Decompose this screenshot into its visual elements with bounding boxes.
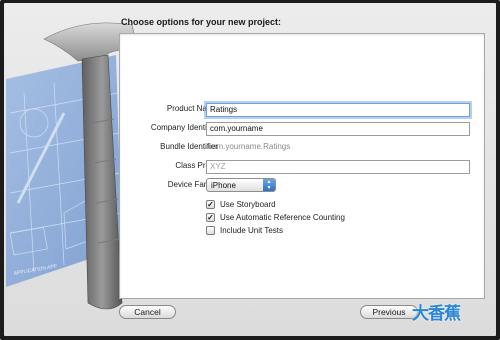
class-prefix-input[interactable]: XYZ [206, 160, 470, 174]
device-family-row: Device Family iPhone ▲ ▼ [120, 178, 486, 193]
new-project-sheet: APPLICATION APP Choose options for your … [4, 3, 496, 336]
options-panel: Product Name Ratings Company Identifier … [119, 33, 485, 299]
product-name-input[interactable]: Ratings [206, 103, 470, 117]
empty-checkbox-icon [206, 226, 215, 235]
checkmark-icon: ✓ [206, 213, 215, 222]
product-name-row: Product Name Ratings [120, 103, 486, 117]
include-unit-tests-label: Include Unit Tests [220, 226, 283, 235]
use-arc-label: Use Automatic Reference Counting [220, 213, 345, 222]
bundle-identifier-row: Bundle Identifier com.yourname.Ratings [120, 141, 486, 155]
cancel-button[interactable]: Cancel [119, 305, 176, 319]
use-storyboard-label: Use Storyboard [220, 200, 276, 209]
device-family-popup[interactable]: iPhone ▲ ▼ [206, 178, 276, 192]
bundle-identifier-value: com.yourname.Ratings [208, 142, 291, 151]
updown-arrows-icon: ▲ ▼ [263, 179, 275, 191]
dialog-title: Choose options for your new project: [121, 17, 282, 27]
checkmark-icon: ✓ [206, 200, 215, 209]
company-identifier-row: Company Identifier com.yourname [120, 122, 486, 136]
company-identifier-input[interactable]: com.yourname [206, 122, 470, 136]
watermark-text: 大香蕉 [412, 304, 461, 324]
device-family-value: iPhone [211, 181, 236, 190]
class-prefix-row: Class Prefix XYZ [120, 160, 486, 174]
previous-button[interactable]: Previous [360, 305, 418, 319]
